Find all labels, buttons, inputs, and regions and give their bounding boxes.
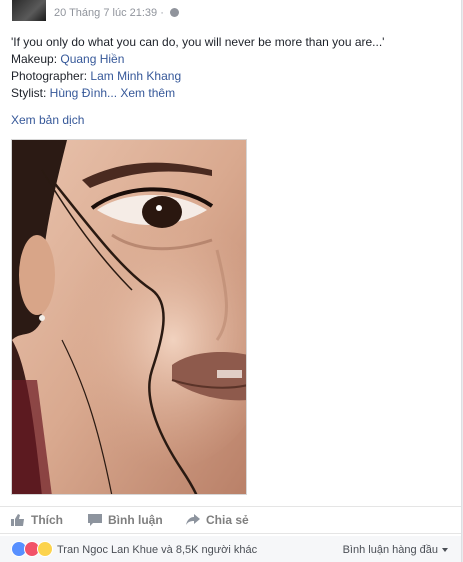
- post-quote: 'If you only do what you can do, you wil…: [11, 35, 385, 49]
- share-icon: [186, 514, 200, 525]
- photographer-label: Photographer:: [11, 69, 91, 83]
- post-header: 20 Tháng 7 lúc 21:39 ·: [0, 0, 461, 26]
- photographer-name-link[interactable]: Lam Minh Khang: [90, 69, 181, 83]
- photographer-credit: Photographer: Lam Minh Khang: [11, 68, 451, 85]
- like-icon: [11, 514, 24, 526]
- share-label: Chia sẻ: [206, 513, 249, 527]
- post-actions: Thích Bình luận Chia sẻ: [0, 506, 461, 534]
- stylist-credit: Stylist: Hùng Đình... Xem thêm: [11, 85, 451, 102]
- chevron-down-icon: [442, 548, 448, 552]
- share-button[interactable]: Chia sẻ: [186, 513, 249, 527]
- comment-sort-label: Bình luận hàng đầu: [342, 544, 438, 556]
- post-photo[interactable]: [11, 139, 247, 495]
- globe-icon: [169, 8, 179, 17]
- like-label: Thích: [31, 513, 63, 527]
- wow-reaction-icon: [37, 541, 53, 557]
- stylist-name-link[interactable]: Hùng Đình: [50, 86, 107, 100]
- like-button[interactable]: Thích: [11, 513, 63, 527]
- makeup-name-link[interactable]: Quang Hiền: [60, 52, 124, 66]
- see-more-link[interactable]: ... Xem thêm: [107, 86, 175, 100]
- reactions-bar: Tran Ngoc Lan Khue và 8,5K người khác Bì…: [0, 536, 461, 562]
- post-text: 'If you only do what you can do, you wil…: [11, 34, 451, 102]
- facebook-post: 20 Tháng 7 lúc 21:39 · 'If you only do w…: [0, 0, 462, 562]
- makeup-label: Makeup:: [11, 52, 61, 66]
- comment-icon: [88, 514, 102, 526]
- comment-label: Bình luận: [108, 513, 163, 527]
- comment-sort-dropdown[interactable]: Bình luận hàng đầu: [343, 544, 448, 556]
- reaction-summary[interactable]: Tran Ngoc Lan Khue và 8,5K người khác: [57, 544, 257, 556]
- comment-button[interactable]: Bình luận: [88, 513, 163, 527]
- see-translation-link[interactable]: Xem bản dịch: [11, 113, 84, 127]
- avatar[interactable]: [12, 0, 46, 21]
- stylist-label: Stylist:: [11, 86, 50, 100]
- post-date-text[interactable]: 20 Tháng 7 lúc 21:39 ·: [54, 7, 167, 19]
- portrait-image: [12, 140, 246, 494]
- makeup-credit: Makeup: Quang Hiền: [11, 51, 451, 68]
- post-timestamp[interactable]: 20 Tháng 7 lúc 21:39 ·: [54, 7, 179, 19]
